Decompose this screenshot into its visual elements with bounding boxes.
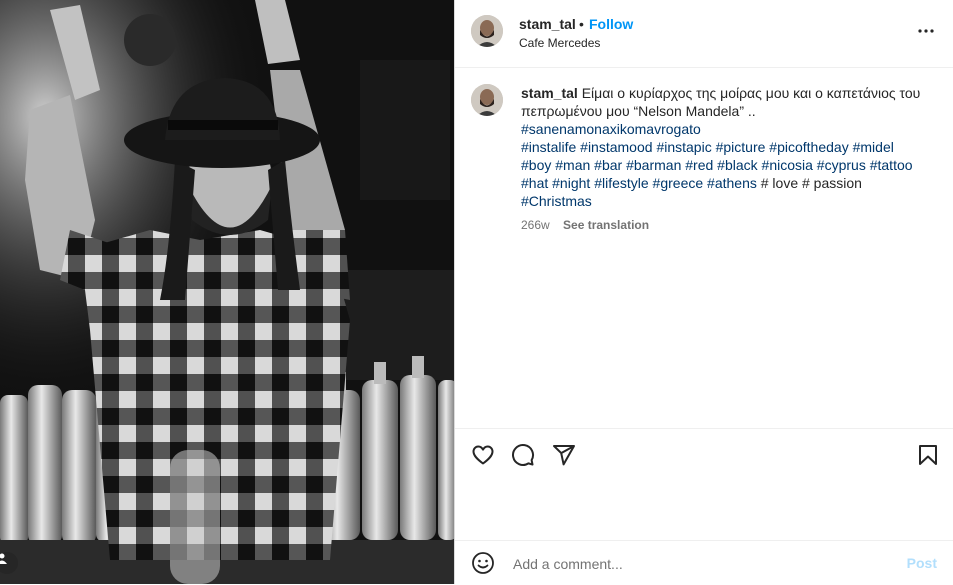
caption-tail-text: # love # passion [760, 175, 862, 191]
hashtag[interactable]: #black [717, 157, 757, 173]
hashtag[interactable]: #midel [853, 139, 894, 155]
post-header: stam_tal • Follow Cafe Mercedes [455, 0, 953, 68]
hashtag[interactable]: #nicosia [762, 157, 813, 173]
caption-avatar[interactable] [471, 84, 503, 116]
hashtag[interactable]: #athens [707, 175, 757, 191]
author-username[interactable]: stam_tal [519, 16, 576, 32]
hashtag[interactable]: #boy [521, 157, 551, 173]
post-side-panel: stam_tal • Follow Cafe Mercedes stam_tal… [454, 0, 953, 584]
hashtag[interactable]: #hat [521, 175, 548, 191]
hashtag[interactable]: #instamood [580, 139, 652, 155]
comment-icon[interactable] [511, 443, 535, 467]
hashtag[interactable]: #red [685, 157, 713, 173]
hashtag[interactable]: #night [552, 175, 590, 191]
post-location[interactable]: Cafe Mercedes [519, 36, 600, 50]
heart-icon[interactable] [471, 443, 495, 467]
hashtag[interactable]: #cyprus [817, 157, 866, 173]
smiley-icon[interactable] [471, 551, 495, 575]
action-bar [455, 428, 953, 479]
hashtag[interactable]: #tattoo [870, 157, 913, 173]
post-dialog: stam_tal • Follow Cafe Mercedes stam_tal… [0, 0, 953, 584]
hashtag[interactable]: #instalife [521, 139, 576, 155]
send-icon[interactable] [552, 443, 576, 467]
author-avatar[interactable] [471, 15, 503, 47]
see-translation-button[interactable]: See translation [563, 218, 649, 232]
caption-meta: 266w See translation [521, 218, 649, 232]
hashtag[interactable]: #picture [716, 139, 766, 155]
caption-username[interactable]: stam_tal [521, 85, 578, 101]
hashtag[interactable]: #picoftheday [769, 139, 848, 155]
post-comment-button[interactable]: Post [907, 555, 937, 571]
hashtag[interactable]: #instapic [656, 139, 711, 155]
caption-section: stam_tal Είμαι ο κυρίαρχος της μοίρας μο… [455, 68, 953, 428]
more-horizontal-icon[interactable] [917, 22, 935, 40]
comment-bar: Post [455, 540, 953, 585]
caption-body: Είμαι ο κυρίαρχος της μοίρας μου και ο κ… [521, 85, 921, 119]
hashtag[interactable]: #sanenamonaxikomavrogato [521, 121, 701, 137]
hashtag[interactable]: #barman [626, 157, 681, 173]
hashtag[interactable]: #Christmas [521, 193, 592, 209]
comment-input[interactable] [511, 551, 895, 577]
follow-button[interactable]: Follow [589, 16, 633, 32]
caption-text: stam_tal Είμαι ο κυρίαρχος της μοίρας μο… [521, 84, 921, 210]
hashtag[interactable]: #bar [594, 157, 622, 173]
hashtag[interactable]: #man [555, 157, 590, 173]
photo-image [0, 0, 454, 584]
bookmark-icon[interactable] [916, 443, 940, 467]
separator-dot: • [579, 16, 584, 32]
hashtag[interactable]: #greece [653, 175, 704, 191]
time-ago[interactable]: 266w [521, 218, 550, 232]
hashtag[interactable]: #lifestyle [594, 175, 648, 191]
post-photo[interactable] [0, 0, 454, 584]
